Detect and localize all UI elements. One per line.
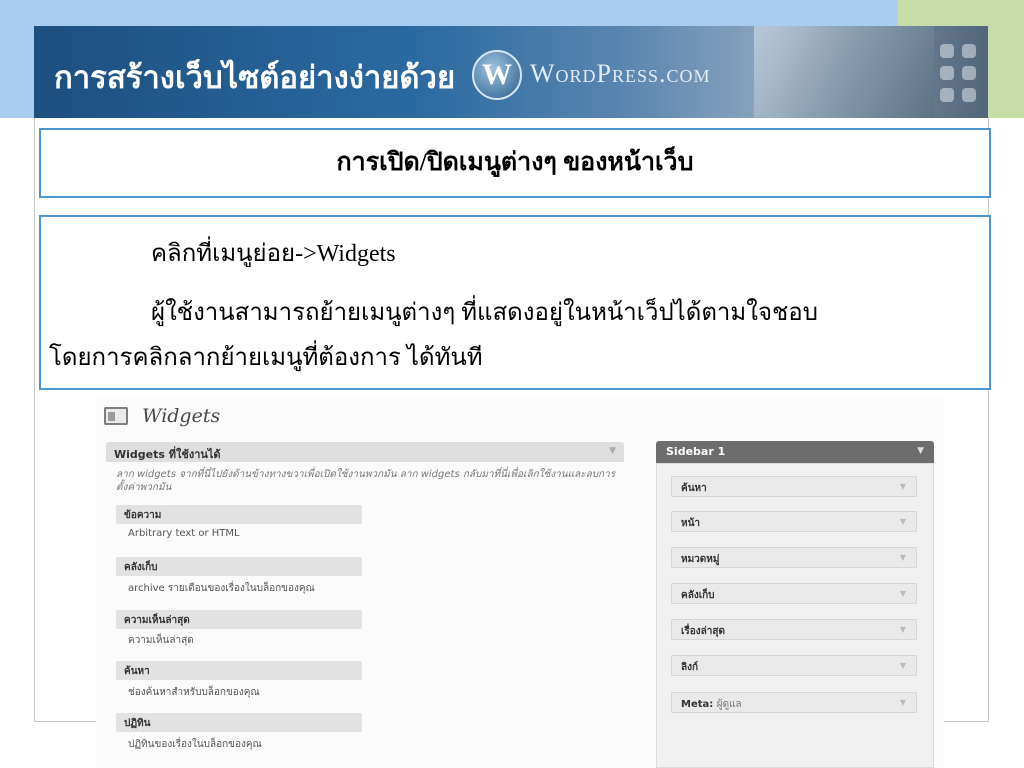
wordpress-wordmark: WordPress.com (530, 59, 711, 88)
widget-description: ความเห็นล่าสุด (128, 635, 194, 646)
chevron-down-icon[interactable]: ▼ (900, 589, 906, 598)
chevron-down-icon[interactable]: ▼ (917, 446, 924, 456)
widget-name: ความเห็นล่าสุด (124, 615, 190, 626)
header-banner: การสร้างเว็บไซต์อย่างง่ายด้วย W WordPres… (34, 26, 988, 118)
available-widgets-header[interactable]: Widgets ที่ใช้งานได้ ▼ (106, 442, 624, 462)
widget-name: คลังเก็บ (124, 562, 158, 573)
sidebar-widget-links[interactable]: ลิงก์ ▼ (671, 655, 917, 676)
sidebar-widget-recent-posts[interactable]: เรื่องล่าสุด ▼ (671, 619, 917, 640)
chevron-down-icon[interactable]: ▼ (900, 482, 906, 491)
slide-title-box: การเปิด/ปิดเมนูต่างๆ ของหน้าเว็บ (39, 128, 991, 198)
slide-body-box: คลิกที่เมนูย่อย->Widgets ผู้ใช้งานสามารถ… (39, 215, 991, 390)
widget-text[interactable]: ข้อความ (116, 505, 362, 524)
sidebar-widget-label: Meta: ผู้ดูแล (681, 699, 742, 710)
banner-title: การสร้างเว็บไซต์อย่างง่ายด้วย (54, 60, 456, 95)
chevron-down-icon[interactable]: ▼ (900, 553, 906, 562)
widget-description: archive รายเดือนของเรื่องในบล็อกของคุณ (128, 583, 315, 594)
sidebar-widget-pages[interactable]: หน้า ▼ (671, 511, 917, 532)
widgets-page-icon (104, 407, 128, 425)
widget-description: Arbitrary text or HTML (128, 528, 240, 539)
widget-calendar[interactable]: ปฏิทิน (116, 713, 362, 732)
widget-name: ค้นหา (124, 666, 150, 677)
body-line-2: ผู้ใช้งานสามารถย้ายเมนูต่างๆ ที่แสดงอยู่… (151, 300, 818, 326)
frame-line-right (988, 118, 989, 722)
chevron-down-icon[interactable]: ▼ (609, 446, 616, 456)
sidebar-1-dropzone[interactable] (656, 463, 934, 768)
slide-title: การเปิด/ปิดเมนูต่างๆ ของหน้าเว็บ (336, 149, 694, 176)
widget-description: ช่องค้นหาสำหรับบล็อกของคุณ (128, 687, 260, 698)
widget-name: ปฏิทิน (124, 718, 151, 729)
chevron-down-icon[interactable]: ▼ (900, 625, 906, 634)
sidebar-1-heading: Sidebar 1 (666, 445, 726, 458)
sidebar-widget-categories[interactable]: หมวดหมู่ ▼ (671, 547, 917, 568)
widget-description: ปฏิทินของเรื่องในบล็อกของคุณ (128, 739, 262, 750)
banner-photo (754, 26, 934, 118)
widget-name: ข้อความ (124, 510, 162, 521)
body-line-3: โดยการคลิกลากย้ายเมนูที่ต้องการ ได้ทันที (49, 345, 483, 371)
sidebar-widget-label: เรื่องล่าสุด (681, 626, 726, 637)
wordpress-logo-icon: W (472, 50, 522, 100)
sidebar-widget-search[interactable]: ค้นหา ▼ (671, 476, 917, 497)
body-line-1: คลิกที่เมนูย่อย->Widgets (151, 241, 396, 267)
widget-archives[interactable]: คลังเก็บ (116, 557, 362, 576)
sidebar-widget-label: คลังเก็บ (681, 590, 715, 601)
available-widgets-description: ลาก widgets จากที่นี่ไปยังด้านข้างทางขวา… (116, 469, 616, 493)
available-widgets-heading: Widgets ที่ใช้งานได้ (114, 448, 221, 461)
sidebar-widget-archives[interactable]: คลังเก็บ ▼ (671, 583, 917, 604)
chevron-down-icon[interactable]: ▼ (900, 517, 906, 526)
widgets-page-title: Widgets (142, 405, 221, 427)
sidebar-widget-label: หน้า (681, 518, 701, 529)
sidebar-widget-label: ค้นหา (681, 483, 707, 494)
widget-recent-comments[interactable]: ความเห็นล่าสุด (116, 610, 362, 629)
widgets-screenshot: Widgets Widgets ที่ใช้งานได้ ▼ ลาก widge… (96, 397, 944, 768)
sidebar-1-header[interactable]: Sidebar 1 ▼ (656, 441, 934, 463)
sidebar-widget-label: หมวดหมู่ (681, 554, 720, 565)
decorative-dots (940, 44, 984, 102)
sidebar-widget-label: ลิงก์ (681, 662, 699, 673)
widget-search[interactable]: ค้นหา (116, 661, 362, 680)
frame-line-left (34, 118, 35, 722)
sidebar-widget-meta[interactable]: Meta: ผู้ดูแล ▼ (671, 692, 917, 713)
chevron-down-icon[interactable]: ▼ (900, 661, 906, 670)
chevron-down-icon[interactable]: ▼ (900, 698, 906, 707)
